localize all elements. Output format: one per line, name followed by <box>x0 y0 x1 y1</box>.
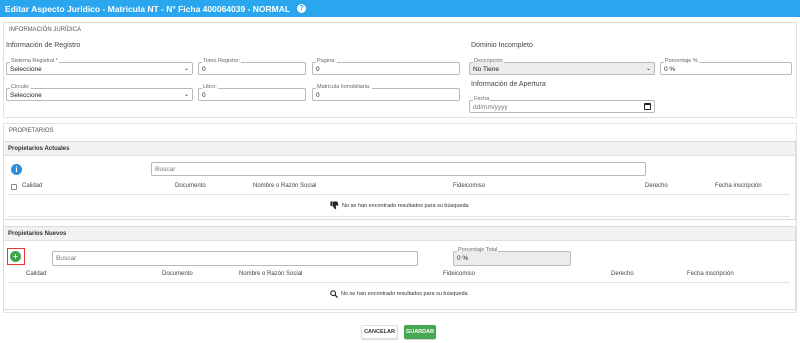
search-icon <box>330 290 338 298</box>
pagina-field[interactable]: Pagina: 0 <box>312 58 460 75</box>
dialog-titlebar: Editar Aspecto Jurídico - Matricula NT -… <box>0 0 800 17</box>
nuevos-search-input[interactable]: Buscar <box>52 251 418 266</box>
libro-value: 0 <box>202 92 206 99</box>
thumbs-down-icon <box>330 201 339 210</box>
sistema-registral-select[interactable]: Sistema Registral * Seleccione ⌄ <box>6 58 193 75</box>
libro-label: Libro: <box>202 84 218 91</box>
actuales-empty-state: No se han encontrado resultados para su … <box>330 201 469 210</box>
chevron-down-icon: ⌄ <box>183 66 189 72</box>
descripcion-value: No Tiene <box>473 66 500 73</box>
matricula-inmobiliaria-field[interactable]: Matricula Inmobiliaria: 0 <box>312 84 460 101</box>
chevron-down-icon: ⌄ <box>645 66 651 72</box>
fecha-label: Fecha <box>473 96 491 103</box>
porcentaje-total-field[interactable]: Porcentaje Total 0 % <box>453 247 571 266</box>
fecha-field[interactable]: Fecha dd/mm/yyyy <box>469 96 655 113</box>
save-button[interactable]: GUARDAR <box>404 325 436 339</box>
registro-heading: Información de Registro <box>6 42 81 49</box>
plus-icon[interactable]: + <box>10 251 21 262</box>
nuevos-col-documento: Documento <box>162 271 193 277</box>
actuales-search-placeholder: Buscar <box>155 166 176 173</box>
nuevos-table-header-rule <box>8 282 790 283</box>
porcentaje-label: Porcentaje % <box>664 58 699 65</box>
select-all-checkbox[interactable] <box>11 184 17 190</box>
circulo-select[interactable]: Circulo: Seleccione ⌄ <box>6 84 193 101</box>
nuevos-col-fecha: Fecha inscripción <box>687 271 734 277</box>
pagina-label: Pagina: <box>316 58 337 65</box>
nuevos-col-nombre: Nombre o Razón Social <box>239 271 303 277</box>
propietarios-section-title: PROPIETARIOS <box>9 128 54 134</box>
nuevos-col-fideicomiso: Fideicomiso <box>443 271 476 277</box>
matricula-inmobiliaria-value: 0 <box>316 92 320 99</box>
nuevos-search-placeholder: Buscar <box>56 255 77 262</box>
nuevos-col-derecho: Derecho <box>611 271 634 277</box>
actuales-col-calidad: Calidad <box>22 183 43 189</box>
nuevos-col-calidad: Calidad <box>26 271 47 277</box>
nuevos-empty-message: No se han encontrado resultados para su … <box>341 291 468 297</box>
sistema-registral-label: Sistema Registral * <box>10 58 59 65</box>
question-circle-icon[interactable]: ? <box>297 4 307 13</box>
tomo-registro-label: Tomo Registro: <box>202 58 241 65</box>
propietarios-nuevos-title: Propietarios Nuevos <box>4 227 795 241</box>
matricula-inmobiliaria-label: Matricula Inmobiliaria: <box>316 84 372 91</box>
juridica-section-title: INFORMACIÓN JURÍDICA <box>9 27 81 33</box>
actuales-table-header-rule <box>8 194 790 195</box>
porcentaje-value: 0 % <box>664 66 676 73</box>
tomo-registro-field[interactable]: Tomo Registro: 0 <box>198 58 306 75</box>
circulo-label: Circulo: <box>10 84 31 91</box>
porcentaje-total-value: 0 % <box>457 255 469 262</box>
dominio-heading: Dominio Incompleto <box>471 42 533 49</box>
cancel-button[interactable]: CANCELAR <box>361 325 398 339</box>
circulo-value: Seleccione <box>10 92 42 99</box>
libro-field[interactable]: Libro: 0 <box>198 84 306 101</box>
actuales-col-nombre: Nombre o Razón Social <box>253 183 317 189</box>
porcentaje-total-label: Porcentaje Total <box>457 247 499 254</box>
sistema-registral-value: Seleccione <box>10 66 42 73</box>
chevron-down-icon: ⌄ <box>183 92 189 98</box>
descripcion-select[interactable]: Descripción No Tiene ⌄ <box>469 58 655 75</box>
actuales-col-fecha: Fecha inscripción <box>715 183 762 189</box>
apertura-heading: Información de Apertura <box>471 81 546 88</box>
fecha-placeholder: dd/mm/yyyy <box>473 104 508 111</box>
actuales-table-bottom-rule <box>8 216 790 217</box>
actuales-col-fideicomiso: Fideicomiso <box>453 183 486 189</box>
propietarios-actuales-title: Propietarios Actuales <box>4 142 795 156</box>
tomo-registro-value: 0 <box>202 66 206 73</box>
pagina-value: 0 <box>316 66 320 73</box>
dialog-title: Editar Aspecto Jurídico - Matricula NT -… <box>5 3 291 14</box>
actuales-col-documento: Documento <box>175 183 206 189</box>
info-icon[interactable]: i <box>11 164 22 175</box>
actuales-col-derecho: Derecho <box>645 183 668 189</box>
actuales-empty-message: No se han encontrado resultados para su … <box>342 202 469 209</box>
nuevos-empty-state: No se han encontrado resultados para su … <box>330 290 468 298</box>
porcentaje-field[interactable]: Porcentaje % 0 % <box>660 58 792 75</box>
calendar-icon[interactable] <box>644 103 651 110</box>
actuales-search-input[interactable]: Buscar <box>151 162 646 176</box>
descripcion-label: Descripción <box>473 58 504 65</box>
